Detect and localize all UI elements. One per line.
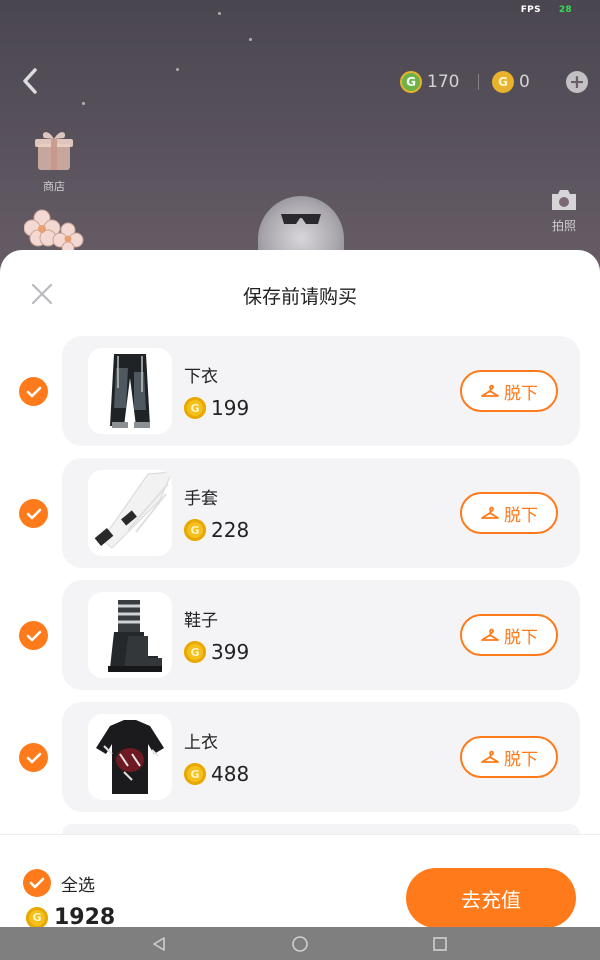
chevron-left-icon	[23, 68, 37, 94]
item-card: 鞋子 G 399 脱下	[62, 580, 580, 690]
sunglasses-icon	[281, 214, 321, 224]
item-thumbnail	[88, 714, 172, 800]
shirt-icon	[96, 720, 164, 794]
item-checkbox[interactable]	[19, 499, 48, 528]
hanger-icon	[481, 384, 499, 397]
gold-currency-amount: 0	[519, 72, 530, 92]
remove-label: 脱下	[504, 505, 538, 526]
boots-icon	[108, 600, 162, 672]
remove-item-button[interactable]: 脱下	[460, 492, 558, 534]
gloves-icon	[94, 471, 172, 549]
list-item: 鞋子 G 399 脱下	[0, 580, 600, 690]
add-currency-button[interactable]: +	[566, 71, 588, 93]
square-recents-icon	[433, 937, 447, 951]
checkmark-icon	[29, 877, 45, 889]
game-scene: FPS 28 G 170 G 0 + 商店 拍照	[0, 0, 600, 266]
camera-label: 拍照	[551, 219, 576, 233]
camera-icon	[552, 190, 576, 210]
item-price-value: 199	[211, 396, 250, 420]
item-thumbnail	[88, 348, 172, 434]
list-item: 上衣 G 488 脱下	[0, 702, 600, 812]
currency-divider	[478, 74, 479, 90]
list-item: 下衣 G 199 脱下	[0, 336, 600, 446]
flower-icon	[23, 209, 84, 255]
gift-icon	[35, 132, 73, 170]
item-price: G 399	[184, 640, 249, 664]
gold-currency: G 0	[492, 70, 530, 94]
pants-icon	[110, 354, 150, 428]
item-card: 手套 G 228 脱下	[62, 458, 580, 568]
green-currency: G 170	[400, 70, 459, 94]
coin-icon: G	[184, 397, 206, 419]
star	[249, 38, 252, 41]
gift-button[interactable]: 商店	[28, 128, 80, 194]
remove-item-button[interactable]: 脱下	[460, 614, 558, 656]
hanger-icon	[481, 506, 499, 519]
remove-label: 脱下	[504, 627, 538, 648]
hanger-icon	[481, 628, 499, 641]
item-card: 上衣 G 488 脱下	[62, 702, 580, 812]
item-card: 下衣 G 199 脱下	[62, 336, 580, 446]
purchase-sheet: 保存前请购买 下衣 G 199 脱下 手套 G 228 脱下 鞋子 G 399 …	[0, 250, 600, 960]
item-price-value: 228	[211, 518, 250, 542]
remove-item-button[interactable]: 脱下	[460, 370, 558, 412]
item-checkbox[interactable]	[19, 377, 48, 406]
item-name: 下衣	[184, 367, 218, 387]
nav-recents-button[interactable]	[431, 935, 449, 953]
recharge-button[interactable]: 去充值	[406, 868, 576, 928]
circle-home-icon	[292, 936, 308, 952]
coin-icon: G	[184, 763, 206, 785]
select-all-toggle[interactable]: 全选	[23, 869, 95, 897]
item-thumbnail	[88, 470, 172, 556]
triangle-back-icon	[153, 937, 165, 951]
item-thumbnail	[88, 592, 172, 678]
hanger-icon	[481, 750, 499, 763]
item-price-value: 399	[211, 640, 250, 664]
item-name: 鞋子	[184, 611, 218, 631]
remove-label: 脱下	[504, 749, 538, 770]
flower-button[interactable]	[23, 208, 84, 255]
list-item: 手套 G 228 脱下	[0, 458, 600, 568]
gold-coin-icon: G	[492, 71, 514, 93]
item-name: 上衣	[184, 733, 218, 753]
star	[218, 12, 221, 15]
gift-label: 商店	[43, 180, 65, 193]
item-checkbox[interactable]	[19, 743, 48, 772]
coin-icon: G	[26, 906, 48, 929]
select-all-checkbox[interactable]	[23, 869, 51, 897]
checkmark-icon	[26, 630, 41, 641]
item-checkbox[interactable]	[19, 621, 48, 650]
checkmark-icon	[26, 508, 41, 519]
green-currency-amount: 170	[427, 72, 460, 92]
fps-counter: FPS 28	[521, 5, 572, 15]
item-name: 手套	[184, 489, 218, 509]
star	[176, 68, 179, 71]
checkmark-icon	[26, 386, 41, 397]
fps-value: 28	[558, 5, 572, 15]
nav-home-button[interactable]	[291, 935, 309, 953]
coin-icon: G	[184, 519, 206, 541]
select-all-label: 全选	[61, 875, 95, 896]
remove-label: 脱下	[504, 383, 538, 404]
item-price-value: 488	[211, 762, 250, 786]
nav-back-button[interactable]	[150, 935, 168, 953]
item-price: G 228	[184, 518, 249, 542]
item-price: G 199	[184, 396, 249, 420]
item-price: G 488	[184, 762, 249, 786]
item-card	[62, 824, 580, 834]
remove-item-button[interactable]: 脱下	[460, 736, 558, 778]
fps-label: FPS	[520, 5, 541, 15]
green-coin-icon: G	[400, 71, 422, 93]
checkmark-icon	[26, 752, 41, 763]
sheet-title: 保存前请购买	[242, 286, 357, 308]
star	[82, 102, 85, 105]
camera-button[interactable]: 拍照	[544, 188, 584, 234]
coin-icon: G	[184, 641, 206, 663]
back-button[interactable]	[16, 66, 44, 96]
system-nav-bar	[0, 927, 600, 960]
list-item-partial	[0, 824, 600, 834]
plus-icon: +	[569, 70, 585, 93]
item-list[interactable]: 下衣 G 199 脱下 手套 G 228 脱下 鞋子 G 399 脱下 上衣 G…	[0, 336, 600, 834]
